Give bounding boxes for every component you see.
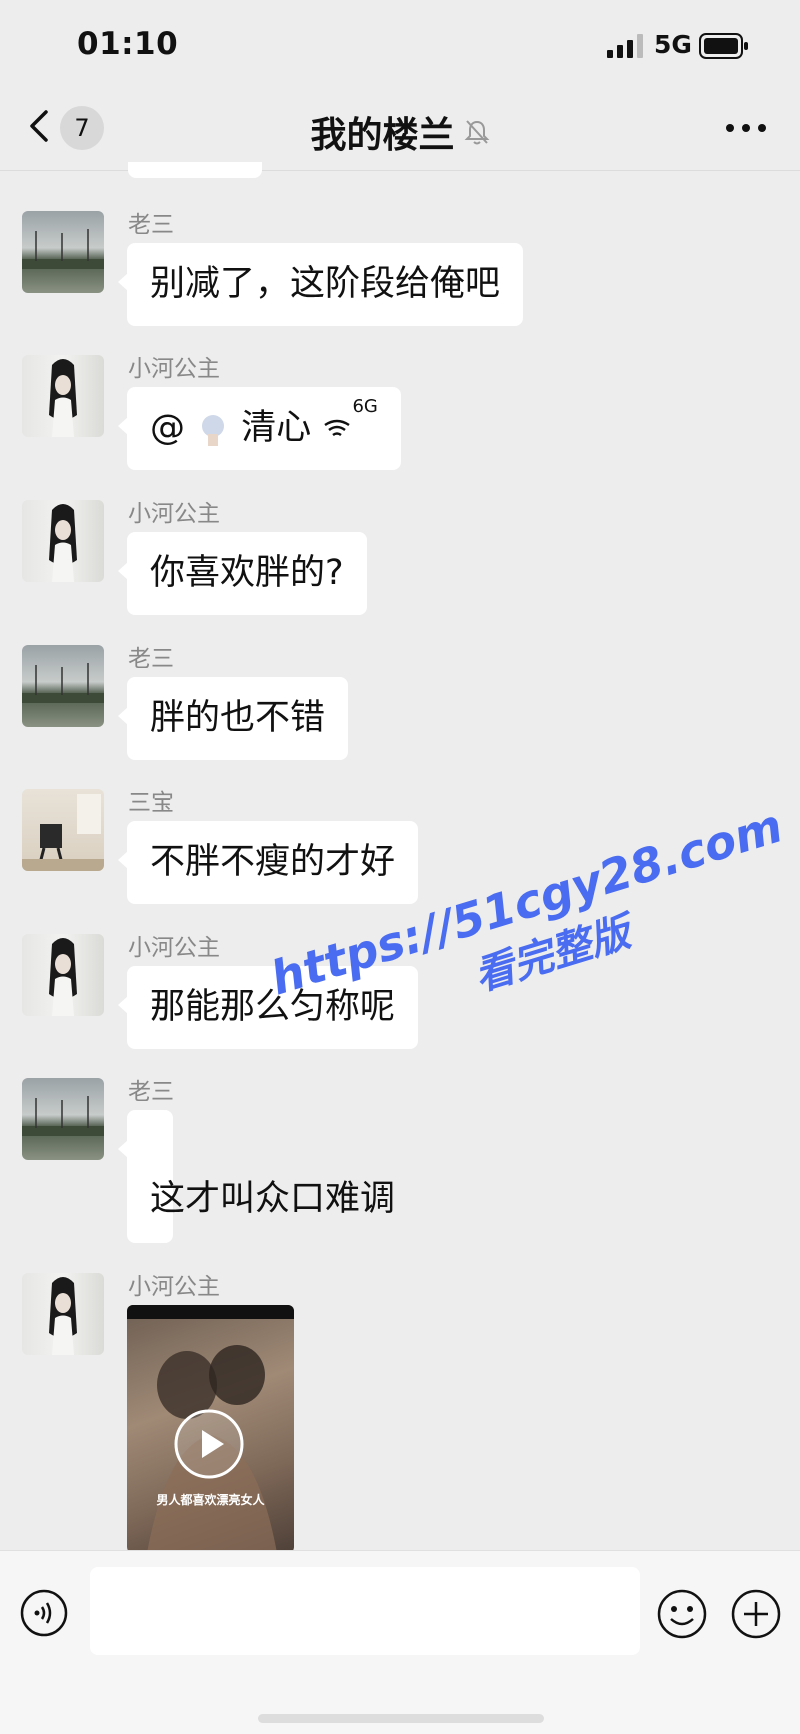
sender-name: 老三 [128,212,174,238]
mention-suffix: 6G [352,396,378,417]
sender-name: 小河公主 [128,1274,220,1300]
more-dots-icon[interactable] [722,116,770,140]
avatar[interactable] [22,934,104,1016]
message-bubble[interactable]: 这才叫众口难调 [118,1110,395,1243]
sender-name: 老三 [128,1079,174,1105]
message-input[interactable] [90,1567,640,1655]
battery-icon [699,33,748,59]
mention-avatar-icon [202,415,225,446]
video-message[interactable]: 男人都喜欢漂亮女人 [127,1305,294,1553]
avatar[interactable] [22,355,104,437]
emoji-icon[interactable] [657,1589,707,1639]
message-bubble[interactable]: @ 清心 6G [118,387,401,470]
message-text: 这才叫众口难调 [150,1179,396,1219]
chat-title-wrap: 我的楼兰 [0,106,800,158]
previous-message-bubble [128,162,262,178]
signal-icon [607,34,643,58]
sender-name: 小河公主 [128,935,220,961]
avatar[interactable] [22,500,104,582]
voice-icon[interactable] [20,1589,68,1637]
network-label: 5G [654,30,692,59]
message-bubble[interactable]: 别减了，这阶段给俺吧 [117,243,524,326]
status-time: 01:10 [77,26,179,62]
input-bar [0,1550,800,1734]
sender-name: 小河公主 [128,356,220,382]
wifi-icon [324,419,351,437]
avatar[interactable] [22,789,104,871]
watermark-text: 看完整版 [469,909,636,1001]
video-caption: 男人都喜欢漂亮女人 [156,1493,265,1507]
message-bubble[interactable]: 胖的也不错 [117,677,349,760]
avatar[interactable] [22,1273,104,1355]
chat-header: 7 我的楼兰 [0,92,800,171]
avatar[interactable] [22,645,104,727]
plus-icon[interactable] [731,1589,781,1639]
message-bubble[interactable]: 不胖不瘦的才好 [117,821,419,904]
mention-name: 清心 [241,408,312,448]
avatar[interactable] [22,211,104,293]
sender-name: 老三 [128,646,174,672]
status-bar: 01:10 5G [0,0,800,92]
sender-name: 三宝 [128,790,174,816]
bell-off-icon [464,120,489,145]
sender-name: 小河公主 [128,501,220,527]
avatar[interactable] [22,1078,104,1160]
play-icon[interactable] [173,1408,245,1480]
message-bubble[interactable]: 你喜欢胖的? [118,532,367,615]
chat-title: 我的楼兰 [310,115,455,156]
home-indicator [258,1714,544,1723]
message-bubble[interactable]: 那能那么匀称呢 [117,966,419,1049]
mention-at: @ [150,408,185,448]
